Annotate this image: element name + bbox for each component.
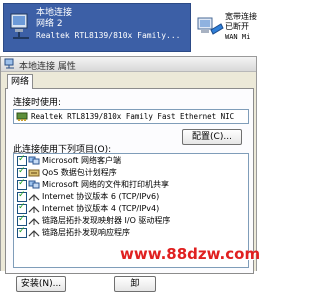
item-checkbox[interactable]: ✓ [17, 166, 27, 178]
connect-using-label: 连接时使用: [13, 98, 62, 108]
dialog-titlebar[interactable]: 本地连接 属性 [1, 57, 256, 72]
item-label: Microsoft 网络的文件和打印机共享 [42, 180, 169, 189]
item-checkbox[interactable]: ✓ [17, 226, 27, 238]
list-item[interactable]: ✓ Internet 协议版本 6 (TCP/IPv6) [14, 190, 248, 203]
network-card-icon [16, 112, 28, 121]
file-share-icon [28, 180, 40, 189]
dialog-title: 本地连接 属性 [19, 62, 76, 72]
broadband-icon [197, 17, 224, 35]
list-item[interactable]: ✓ 链路层拓扑发现映射器 I/O 驱动程序 [14, 214, 248, 227]
install-button[interactable]: 安装(N)... [16, 276, 66, 292]
network-client-icon [28, 156, 40, 165]
local-connection-item[interactable]: 本地连接 网络 2 Realtek RTL8139/810x Family... [3, 3, 191, 52]
item-checkbox[interactable]: ✓ [17, 178, 27, 190]
item-label: Internet 协议版本 4 (TCP/IPv4) [42, 204, 160, 213]
properties-dialog: 本地连接 属性 网络 连接时使用: Realtek RTL8139/810x F… [0, 56, 257, 292]
item-label: Internet 协议版本 6 (TCP/IPv6) [42, 192, 160, 201]
connection-network: 网络 2 [36, 19, 63, 29]
broadband-connection-item[interactable]: 宽带连接 已断开 WAN Mi [195, 6, 259, 52]
adapter-name: Realtek RTL8139/810x Family Fast Etherne… [31, 112, 235, 121]
broadband-title: 宽带连接 [225, 12, 257, 21]
list-item[interactable]: ✓ Internet 协议版本 4 (TCP/IPv4) [14, 202, 248, 215]
broadband-type: WAN Mi [225, 33, 251, 41]
uninstall-button[interactable]: 卸 [114, 276, 156, 292]
connection-adapter: Realtek RTL8139/810x Family... [36, 31, 181, 40]
network-connections-strip: 本地连接 网络 2 Realtek RTL8139/810x Family...… [0, 0, 259, 58]
item-label: QoS 数据包计划程序 [42, 168, 117, 177]
site-watermark: www.88dzw.com [120, 245, 261, 263]
list-item[interactable]: ✓ QoS 数据包计划程序 [14, 166, 248, 179]
protocol-icon [28, 206, 40, 213]
protocol-icon [28, 218, 40, 225]
list-item[interactable]: ✓ 链路层拓扑发现响应程序 [14, 226, 248, 239]
network-adapter-icon [10, 13, 29, 39]
list-item[interactable]: ✓ Microsoft 网络的文件和打印机共享 [14, 178, 248, 191]
item-checkbox[interactable]: ✓ [17, 202, 27, 214]
broadband-status: 已断开 [225, 22, 249, 31]
protocol-icon [28, 194, 40, 201]
adapter-field: Realtek RTL8139/810x Family Fast Etherne… [13, 109, 249, 124]
connection-title: 本地连接 [36, 8, 73, 18]
item-label: 链路层拓扑发现响应程序 [42, 228, 130, 237]
item-label: Microsoft 网络客户端 [42, 156, 121, 165]
tab-network[interactable]: 网络 [7, 74, 33, 89]
configure-button[interactable]: 配置(C)... [182, 129, 242, 145]
item-checkbox[interactable]: ✓ [17, 190, 27, 202]
qos-icon [28, 169, 40, 177]
item-checkbox[interactable]: ✓ [17, 214, 27, 226]
item-label: 链路层拓扑发现映射器 I/O 驱动程序 [42, 216, 171, 225]
list-item[interactable]: ✓ Microsoft 网络客户端 [14, 154, 248, 167]
item-checkbox[interactable]: ✓ [17, 154, 27, 166]
protocol-icon [28, 230, 40, 237]
network-connection-icon [4, 58, 14, 69]
